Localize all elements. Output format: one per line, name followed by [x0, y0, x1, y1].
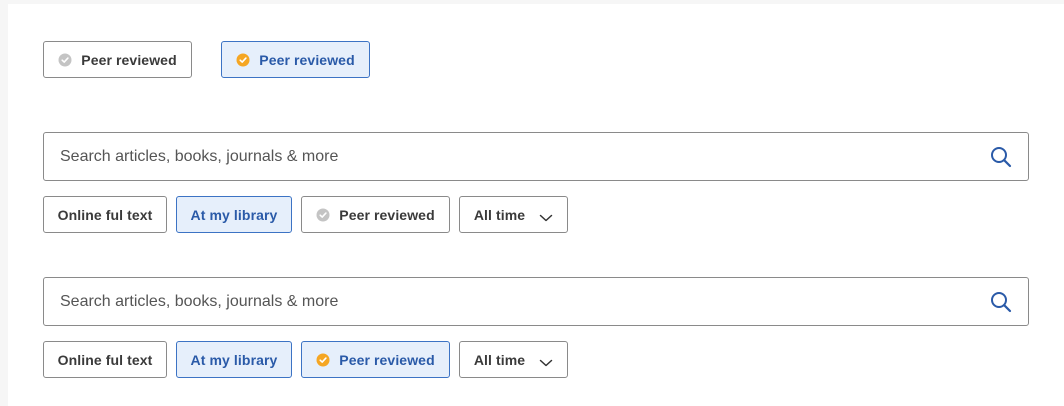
- chip-label: At my library: [190, 206, 278, 223]
- chip-label: Peer reviewed: [339, 206, 435, 223]
- chip-label: Online ful text: [57, 351, 153, 368]
- verified-badge-icon: [58, 53, 72, 67]
- filter-time-dropdown[interactable]: All time: [459, 341, 568, 378]
- verified-badge-icon: [316, 353, 330, 367]
- filter-peer-reviewed[interactable]: Peer reviewed: [301, 196, 450, 233]
- chip-label: At my library: [190, 351, 278, 368]
- chip-label: Peer reviewed: [81, 51, 177, 68]
- verified-badge-icon: [316, 208, 330, 222]
- verified-badge-icon: [236, 53, 250, 67]
- chevron-down-icon: [539, 210, 553, 221]
- search-bar[interactable]: [43, 277, 1029, 326]
- search-icon[interactable]: [990, 291, 1012, 313]
- filter-at-my-library[interactable]: At my library: [176, 196, 292, 233]
- chevron-down-icon: [539, 355, 553, 366]
- dropdown-label: All time: [473, 351, 526, 368]
- chip-label: Peer reviewed: [259, 51, 355, 68]
- filter-online-full-text[interactable]: Online ful text: [43, 196, 167, 233]
- search-input[interactable]: [44, 278, 990, 325]
- search-icon[interactable]: [990, 146, 1012, 168]
- chip-label: Peer reviewed: [339, 351, 435, 368]
- search-input[interactable]: [44, 133, 990, 180]
- peer-reviewed-chip-default[interactable]: Peer reviewed: [43, 41, 192, 78]
- chip-label: Online ful text: [57, 206, 153, 223]
- search-bar[interactable]: [43, 132, 1029, 181]
- filter-at-my-library[interactable]: At my library: [176, 341, 292, 378]
- filter-time-dropdown[interactable]: All time: [459, 196, 568, 233]
- filter-peer-reviewed[interactable]: Peer reviewed: [301, 341, 450, 378]
- peer-reviewed-chip-selected[interactable]: Peer reviewed: [221, 41, 370, 78]
- filter-online-full-text[interactable]: Online ful text: [43, 341, 167, 378]
- dropdown-label: All time: [473, 206, 526, 223]
